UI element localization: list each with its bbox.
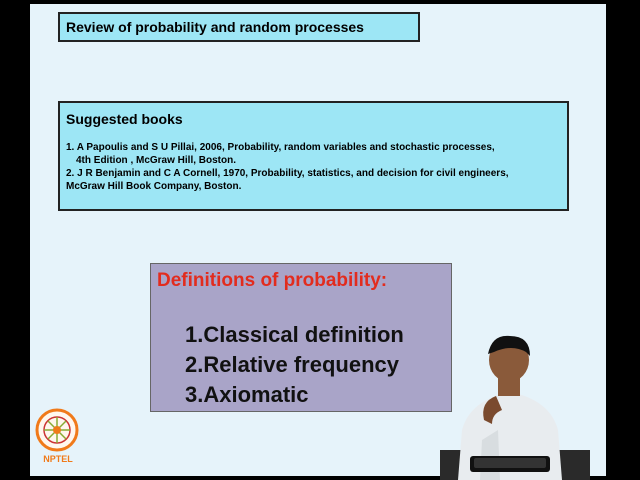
suggested-books-box: Suggested books 1. A Papoulis and S U Pi… — [58, 101, 569, 211]
presenter-image — [440, 335, 590, 480]
definitions-box: Definitions of probability: 1.Classical … — [150, 263, 452, 412]
definition-item: 1.Classical definition — [185, 322, 404, 347]
definitions-heading: Definitions of probability: — [157, 270, 388, 291]
book-line: 4th Edition , McGraw Hill, Boston. — [76, 155, 237, 166]
books-list: 1. A Papoulis and S U Pillai, 2006, Prob… — [66, 141, 561, 193]
book-line: 2. J R Benjamin and C A Cornell, 1970, P… — [66, 168, 509, 179]
book-line: McGraw Hill Book Company, Boston. — [66, 181, 242, 192]
books-heading: Suggested books — [66, 111, 183, 127]
definition-item: 2.Relative frequency — [185, 352, 399, 377]
video-frame: Review of probability and random process… — [0, 0, 640, 480]
definitions-list: 1.Classical definition 2.Relative freque… — [185, 320, 404, 410]
book-line: 1. A Papoulis and S U Pillai, 2006, Prob… — [66, 142, 495, 153]
definition-item: 3.Axiomatic — [185, 382, 309, 407]
slide-title: Review of probability and random process… — [58, 12, 420, 42]
logo-text: NPTEL — [43, 454, 73, 464]
